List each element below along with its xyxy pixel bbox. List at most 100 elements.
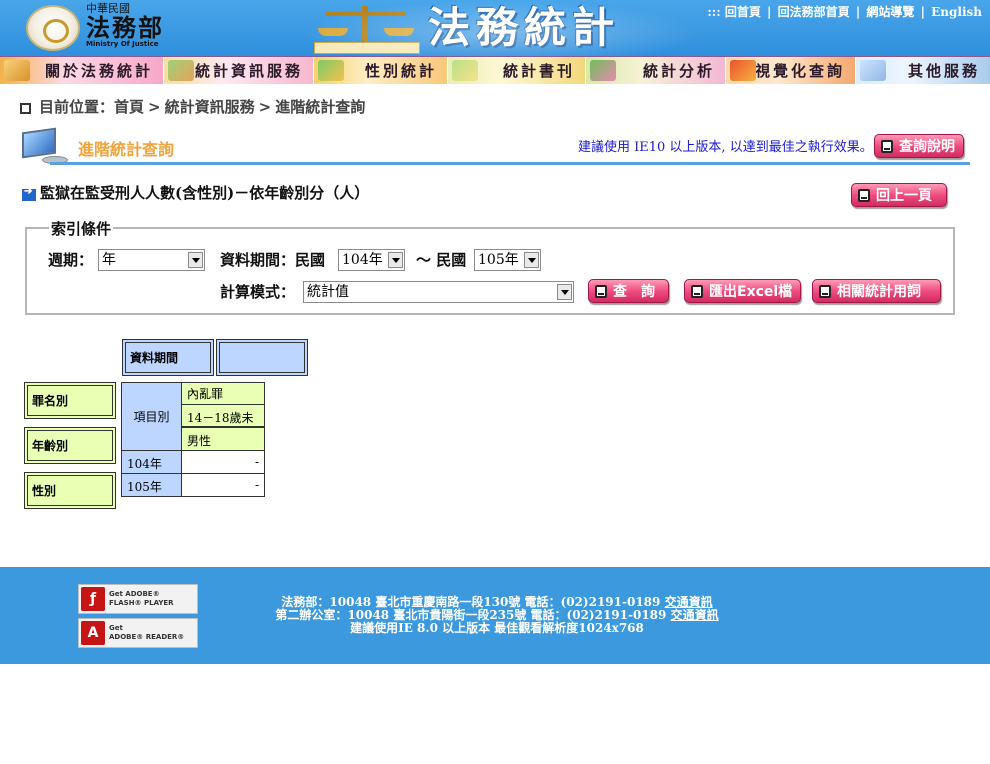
top-links: ::: 回首頁 | 回法務部首頁 | 網站導覽 | English xyxy=(707,3,982,20)
pivot-row-dimension-gender[interactable]: 性別 xyxy=(24,472,116,509)
main-nav: 關於法務統計 統計資訊服務 性別統計 統計書刊 統計分析 視覺化查詢 其他服務 xyxy=(0,56,990,84)
nav-item-label: 性別統計 xyxy=(364,62,437,80)
pivot-row-dimension-label: 年齡別 xyxy=(27,430,113,461)
flash-icon: ƒ xyxy=(81,587,105,611)
item-header-age: 14－18歲未滿 xyxy=(181,404,265,442)
pivot-column-drop-zone[interactable] xyxy=(216,339,308,376)
link-moj-home[interactable]: 回法務部首頁 xyxy=(778,5,850,19)
page-title: 進階統計查詢 xyxy=(78,140,175,159)
pivot-row-dimension-crime[interactable]: 罪名別 xyxy=(24,382,116,419)
logo-org-big: 法務部 xyxy=(86,14,164,42)
row-header-period: 104年 xyxy=(121,450,182,474)
nav-item-label: 關於法務統計 xyxy=(44,62,153,80)
logo-text: 中華民國 法務部 Ministry Of Justice xyxy=(86,3,164,48)
browser-notice: 建議使用 IE10 以上版本, 以達到最佳之執行效果。 xyxy=(578,140,873,155)
query-conditions: 索引條件 週期： 年 資料期間：民國 104年 ～ 民國 105年 計算模式： … xyxy=(25,218,955,315)
moj-logo[interactable]: 中華民國 法務部 Ministry Of Justice xyxy=(26,3,176,53)
back-button[interactable]: 回上一頁 xyxy=(851,183,947,207)
search-button-label: 查 詢 xyxy=(613,284,655,300)
nav-item-statistics-service[interactable]: 統計資訊服務 xyxy=(164,57,314,84)
breadcrumb-separator: > xyxy=(148,97,161,116)
nav-item-publications[interactable]: 統計書刊 xyxy=(448,57,586,84)
chevron-down-icon xyxy=(524,252,539,268)
chevron-down-icon xyxy=(188,252,203,268)
nav-item-visual-query[interactable]: 視覺化查詢 xyxy=(726,57,856,84)
export-excel-button[interactable]: 匯出Excel檔 xyxy=(684,279,801,303)
button-icon xyxy=(858,188,870,202)
table-cell-value: - xyxy=(181,450,265,474)
logo-org-small: 中華民國 xyxy=(86,2,130,15)
calc-mode-select[interactable]: 統計值 xyxy=(303,281,574,303)
range-to-select[interactable]: 105年 xyxy=(474,249,541,271)
breadcrumb-item-home[interactable]: 首頁 xyxy=(114,96,144,117)
plugin-text: Get ADOBE® FLASH® PLAYER xyxy=(109,590,174,608)
page-title-bar: 進階統計查詢 建議使用 IE10 以上版本, 以達到最佳之執行效果。 xyxy=(20,127,970,166)
button-icon xyxy=(881,139,893,153)
logo-org-en: Ministry Of Justice xyxy=(86,40,159,48)
plugin-brand: Get xyxy=(109,624,123,632)
link-sitemap[interactable]: 網站導覽 xyxy=(866,5,914,19)
period-label: 週期： xyxy=(48,251,94,269)
magnifier-icon xyxy=(860,60,886,81)
arrow-right-icon xyxy=(22,186,36,201)
range-label: 資料期間：民國 xyxy=(220,251,326,269)
nav-item-label: 其他服務 xyxy=(907,62,980,80)
button-icon xyxy=(819,284,831,298)
nav-item-analysis[interactable]: 統計分析 xyxy=(586,57,726,84)
calc-mode-label: 計算模式： xyxy=(220,283,296,301)
help-button[interactable]: 查詢說明 xyxy=(874,134,964,158)
moj-seal-icon xyxy=(26,5,80,51)
period-select-value: 年 xyxy=(102,252,116,268)
top-links-separator: | xyxy=(855,5,861,19)
nav-item-other-services[interactable]: 其他服務 xyxy=(856,57,990,84)
footer-address-1: 法務部：10048 臺北市重慶南路一段130號 電話：(02)2191-0189 xyxy=(281,595,661,609)
range-to-value: 105年 xyxy=(478,252,519,268)
range-from-value: 104年 xyxy=(342,252,383,268)
terms-button[interactable]: 相關統計用詞 xyxy=(812,279,941,303)
button-icon xyxy=(691,284,703,298)
nav-item-label: 統計分析 xyxy=(642,62,715,80)
nav-item-label: 視覺化查詢 xyxy=(754,62,845,80)
footer-address-2: 第二辦公室：10048 臺北市貴陽街一段235號 電話：(02)2191-018… xyxy=(275,608,667,622)
item-header-crime: 內亂罪 xyxy=(181,382,265,405)
nav-item-label: 統計書刊 xyxy=(502,62,575,80)
nav-item-label: 統計資訊服務 xyxy=(194,62,303,80)
pivot-column-drop-inner xyxy=(219,342,305,373)
breadcrumb: 目前位置： 首頁 > 統計資訊服務 > 進階統計查詢 xyxy=(20,96,365,117)
breadcrumb-separator: > xyxy=(258,97,272,116)
footer-traffic-link-1[interactable]: 交通資訊 xyxy=(665,595,713,609)
section-title-text: 監獄在監受刑人人數(含性別)－依年齡別分（人） xyxy=(40,184,370,202)
section-title: 監獄在監受刑人人數(含性別)－依年齡別分（人） xyxy=(22,182,369,203)
justice-scale-icon xyxy=(4,60,30,81)
nav-item-gender-statistics[interactable]: 性別統計 xyxy=(314,57,448,84)
button-icon xyxy=(595,284,607,298)
footer-traffic-link-2[interactable]: 交通資訊 xyxy=(671,608,719,622)
pivot-column-dimension-label: 資料期間 xyxy=(125,342,211,373)
gender-chart-icon xyxy=(318,60,344,81)
breadcrumb-item-statistics-service[interactable]: 統計資訊服務 xyxy=(165,96,255,117)
pivot-row-dimension-age[interactable]: 年齡別 xyxy=(24,427,116,464)
back-button-label: 回上一頁 xyxy=(876,188,932,204)
row-header-period: 105年 xyxy=(121,473,182,497)
breadcrumb-prefix: 目前位置： xyxy=(39,98,115,116)
terms-button-label: 相關統計用詞 xyxy=(837,284,921,300)
pdf-icon: A xyxy=(81,621,105,645)
pivot-row-dimension-label: 性別 xyxy=(27,475,113,506)
range-from-select[interactable]: 104年 xyxy=(338,249,405,271)
get-flash-player-button[interactable]: ƒ Get ADOBE® FLASH® PLAYER xyxy=(78,584,198,614)
site-footer: ƒ Get ADOBE® FLASH® PLAYER A Get ADOBE® … xyxy=(0,567,990,664)
breadcrumb-square-icon xyxy=(20,102,31,114)
period-select[interactable]: 年 xyxy=(98,249,205,271)
breadcrumb-item-current: 進階統計查詢 xyxy=(275,98,366,116)
get-adobe-reader-button[interactable]: A Get ADOBE® READER® xyxy=(78,618,198,648)
link-english[interactable]: English xyxy=(931,5,982,19)
footer-line-3: 建議使用IE 8.0 以上版本 最佳觀看解析度1024x768 xyxy=(350,621,644,635)
monitor-icon xyxy=(22,127,68,164)
help-button-label: 查詢說明 xyxy=(899,139,955,155)
pivot-column-dimension[interactable]: 資料期間 xyxy=(122,339,214,376)
nav-item-about[interactable]: 關於法務統計 xyxy=(0,57,164,84)
justice-scale-banner-icon xyxy=(312,2,422,56)
range-to-label: ～ 民國 xyxy=(416,251,467,269)
link-home[interactable]: 回首頁 xyxy=(725,5,761,19)
search-button[interactable]: 查 詢 xyxy=(588,279,669,303)
